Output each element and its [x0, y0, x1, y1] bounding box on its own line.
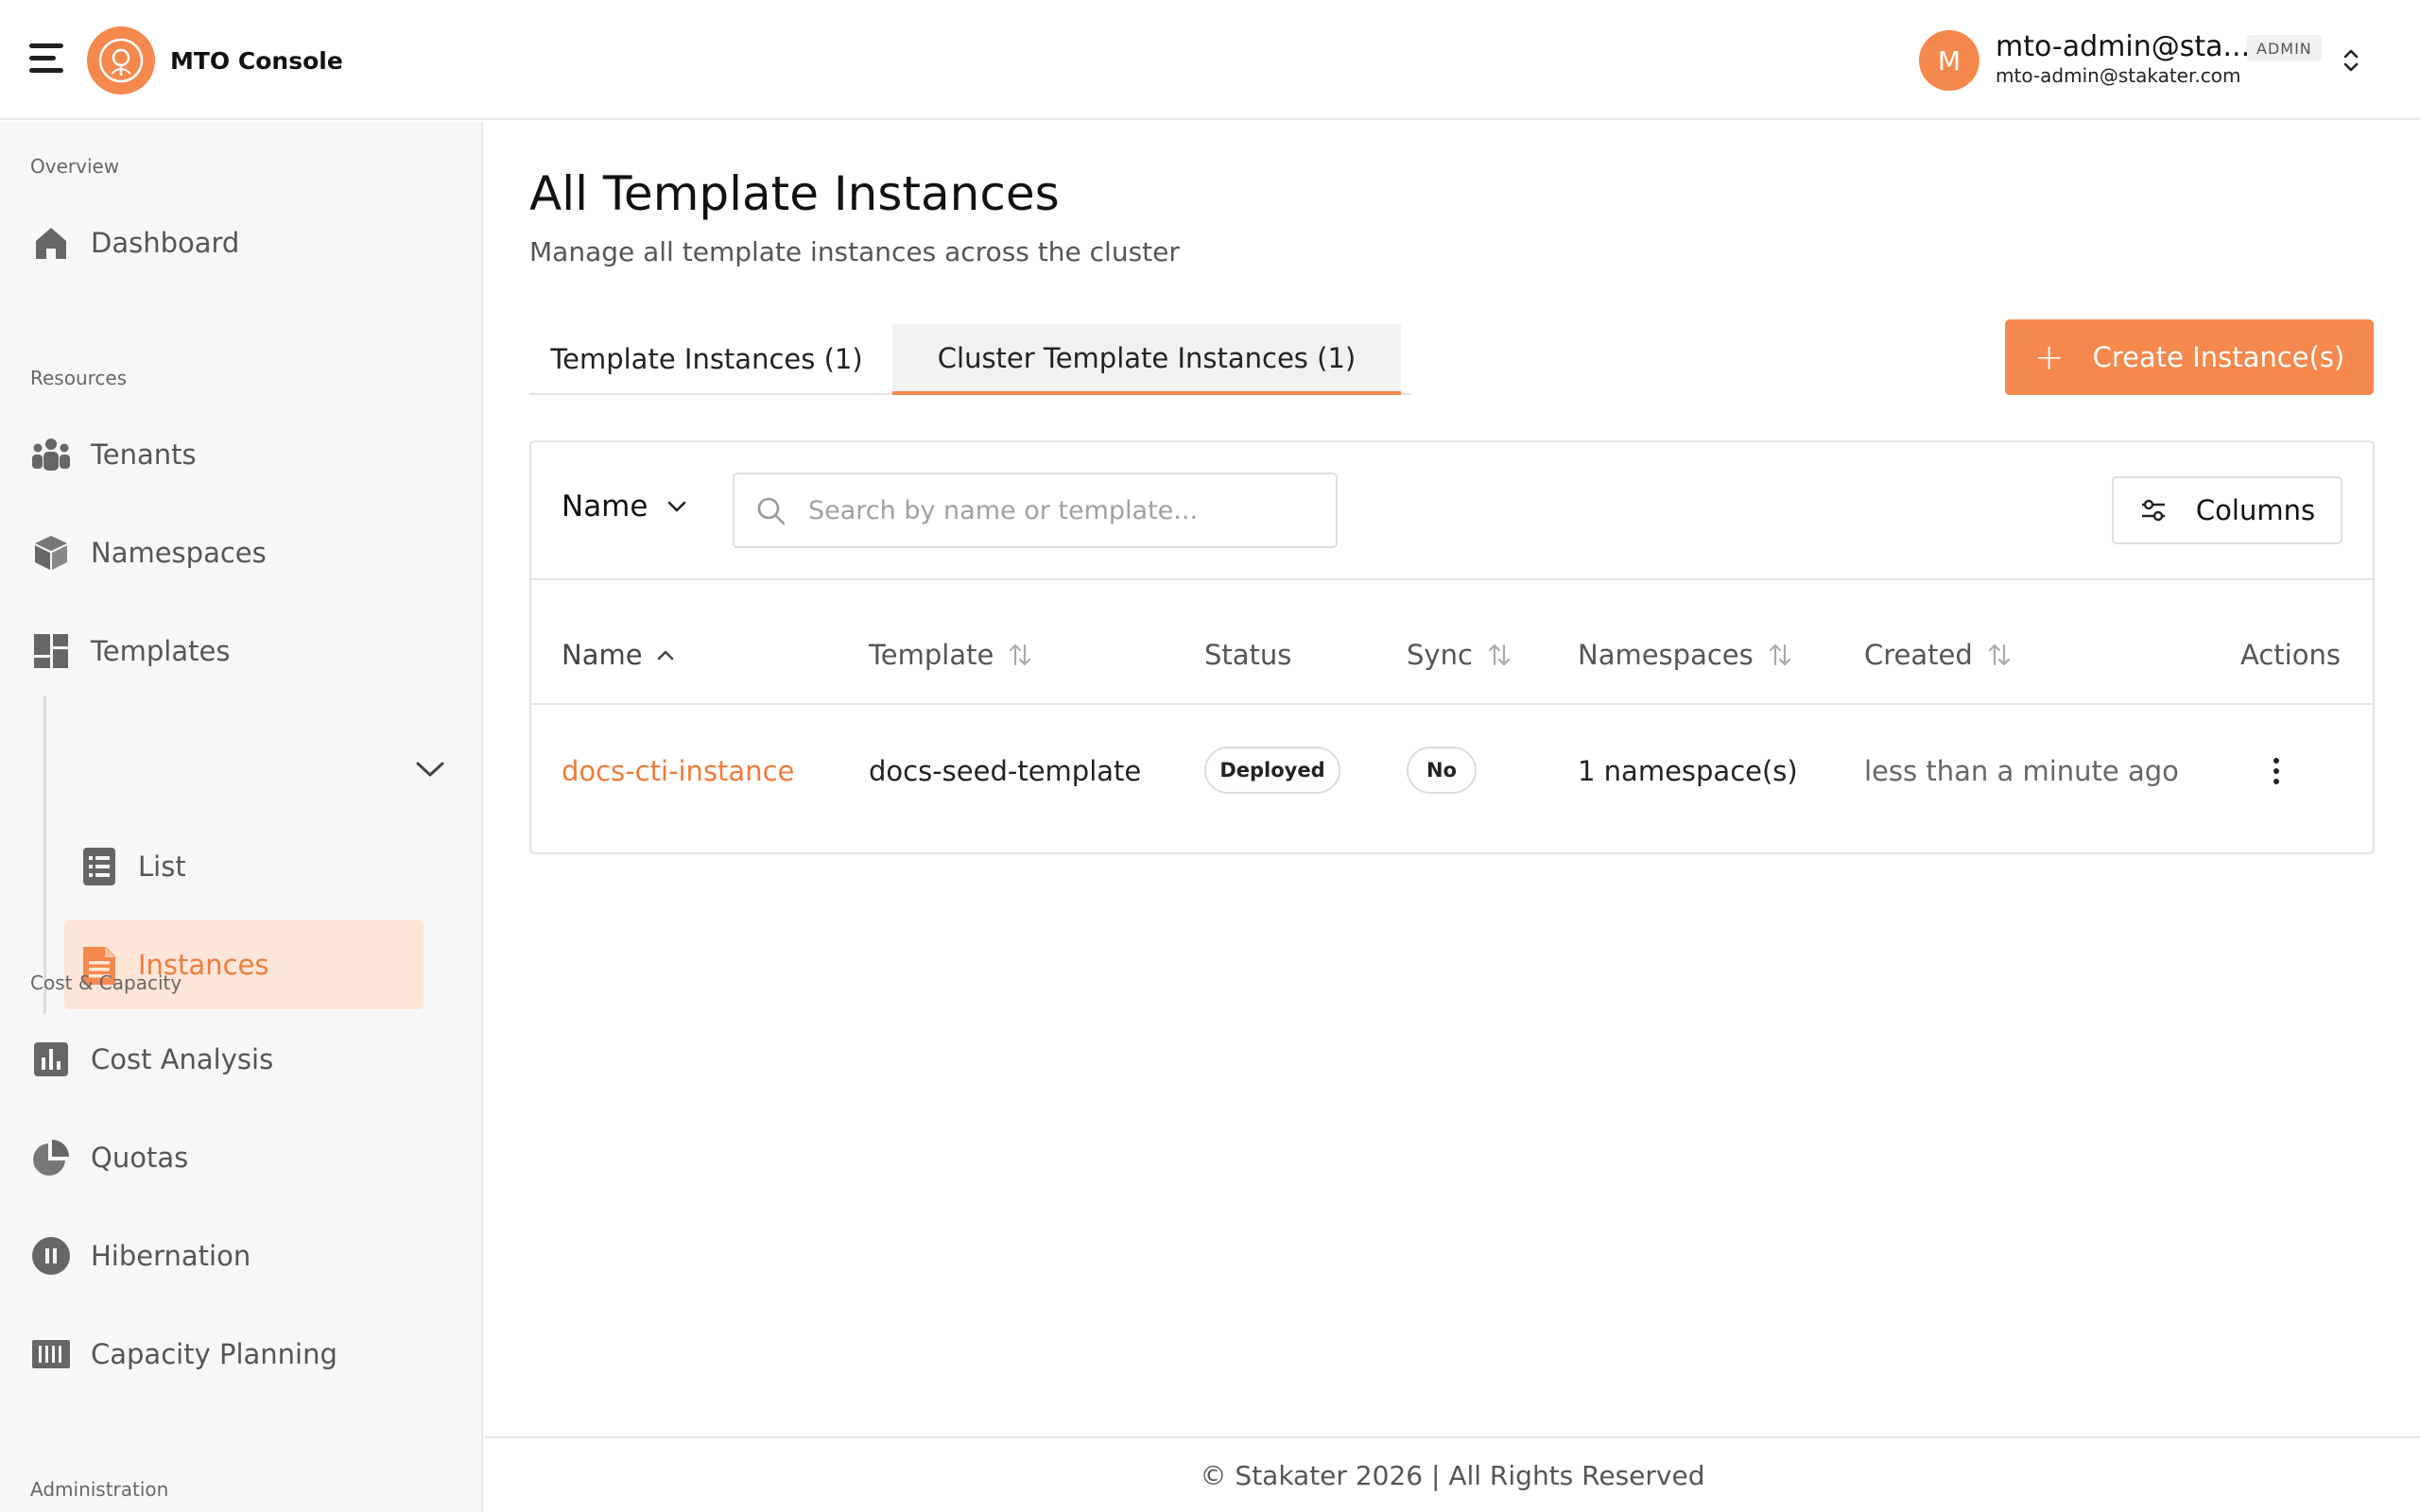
- section-label-overview: Overview: [30, 155, 120, 178]
- search-icon: [757, 497, 786, 525]
- sidebar-item-label: Quotas: [91, 1142, 189, 1174]
- instance-template: docs-seed-template: [869, 755, 1142, 787]
- app-logo[interactable]: [87, 26, 155, 94]
- list-icon: [83, 847, 115, 885]
- column-header-sync[interactable]: Sync: [1407, 639, 1512, 671]
- sidebar-item-templates-instances[interactable]: Instances: [64, 919, 424, 1009]
- user-name: mto-admin@sta...: [1996, 30, 2251, 63]
- sidebar-item-templates[interactable]: Templates: [30, 623, 446, 679]
- instance-created: less than a minute ago: [1864, 755, 2179, 787]
- user-email: mto-admin@stakater.com: [1996, 64, 2241, 87]
- page-title: All Template Instances: [529, 166, 1060, 221]
- divider: [531, 703, 2373, 705]
- sidebar-item-label: Templates: [91, 635, 231, 667]
- sidebar-item-label: Hibernation: [91, 1240, 251, 1272]
- sort-ascending-icon: [657, 650, 673, 661]
- role-badge: ADMIN: [2247, 35, 2322, 61]
- column-header-label: Namespaces: [1578, 639, 1754, 671]
- sidebar-item-label: Capacity Planning: [91, 1338, 337, 1370]
- column-header-created[interactable]: Created: [1864, 639, 2013, 671]
- divider: [531, 578, 2373, 580]
- page-subtitle: Manage all template instances across the…: [529, 236, 1180, 267]
- sidebar-item-label: Tenants: [91, 438, 197, 471]
- sort-icon: [1488, 644, 1511, 666]
- footer-text: © Stakater 2026 | All Rights Reserved: [1200, 1459, 1705, 1491]
- column-header-template[interactable]: Template: [869, 639, 1033, 671]
- instance-name-link[interactable]: docs-cti-instance: [562, 755, 794, 787]
- status-badge: Deployed: [1204, 747, 1340, 794]
- column-header-actions: Actions: [2240, 639, 2341, 671]
- column-header-name[interactable]: Name: [562, 639, 675, 671]
- menu-toggle-icon[interactable]: [29, 42, 63, 74]
- column-header-label: Template: [869, 639, 994, 671]
- plus-icon: +: [2033, 336, 2065, 378]
- column-header-status: Status: [1204, 639, 1291, 671]
- sidebar: Overview Dashboard Resources Tenants Nam…: [0, 122, 483, 1512]
- tab-cluster-template-instances[interactable]: Cluster Template Instances (1): [892, 324, 1401, 395]
- submenu-guide-line: [43, 696, 46, 1014]
- sort-icon: [1010, 644, 1031, 666]
- sidebar-item-cost-analysis[interactable]: Cost Analysis: [30, 1031, 446, 1088]
- tab-bar: Template Instances (1) Cluster Template …: [529, 324, 1412, 395]
- sort-icon: [1769, 644, 1790, 666]
- sidebar-item-capacity-planning[interactable]: Capacity Planning: [30, 1326, 446, 1383]
- bar-chart-icon: [30, 1039, 72, 1080]
- column-header-namespaces[interactable]: Namespaces: [1578, 639, 1793, 671]
- search-input[interactable]: [808, 488, 1319, 533]
- sort-icon: [1988, 644, 2010, 666]
- sidebar-item-label: Namespaces: [91, 537, 267, 569]
- users-icon: [30, 434, 72, 475]
- columns-button[interactable]: Columns: [2112, 476, 2342, 544]
- sidebar-item-quotas[interactable]: Quotas: [30, 1129, 446, 1186]
- pie-chart-icon: [30, 1137, 72, 1178]
- filter-field-label: Name: [562, 490, 648, 524]
- instances-table-card: Name Columns Name Template Status: [529, 440, 2375, 854]
- sidebar-item-label: Dashboard: [91, 227, 240, 259]
- top-header: MTO Console M mto-admin@sta... ADMIN mto…: [0, 0, 2420, 120]
- sidebar-item-hibernation[interactable]: Hibernation: [30, 1228, 446, 1284]
- section-label-administration: Administration: [30, 1478, 169, 1501]
- search-box: [733, 472, 1338, 548]
- sidebar-item-templates-list[interactable]: List: [64, 821, 424, 911]
- section-label-resources: Resources: [30, 367, 128, 389]
- tab-template-instances[interactable]: Template Instances (1): [529, 324, 884, 394]
- column-header-label: Sync: [1407, 639, 1473, 671]
- instance-namespaces: 1 namespace(s): [1578, 755, 1798, 787]
- chevron-down-icon[interactable]: [414, 759, 446, 780]
- columns-button-label: Columns: [2195, 494, 2316, 526]
- column-header-label: Status: [1204, 639, 1292, 671]
- create-instance-button[interactable]: + Create Instance(s): [2005, 319, 2374, 395]
- filter-field-select[interactable]: Name: [562, 490, 687, 524]
- section-label-cost-capacity: Cost & Capacity: [30, 971, 182, 994]
- app-title: MTO Console: [170, 47, 343, 75]
- column-header-label: Name: [562, 639, 643, 671]
- sidebar-item-label: List: [138, 850, 186, 883]
- sidebar-item-label: Cost Analysis: [91, 1043, 274, 1075]
- cube-icon: [30, 532, 72, 574]
- chevron-down-icon: [668, 501, 686, 512]
- sliders-icon: [2141, 499, 2165, 522]
- sidebar-item-namespaces[interactable]: Namespaces: [30, 524, 446, 581]
- create-instance-label: Create Instance(s): [2092, 341, 2345, 373]
- sidebar-item-dashboard[interactable]: Dashboard: [30, 215, 446, 271]
- more-vertical-icon[interactable]: [2267, 758, 2286, 786]
- avatar[interactable]: M: [1919, 30, 1979, 91]
- sync-badge: No: [1407, 747, 1477, 794]
- home-icon: [30, 222, 72, 264]
- sidebar-item-tenants[interactable]: Tenants: [30, 426, 446, 483]
- barcode-icon: [30, 1333, 72, 1375]
- dashboard-grid-icon: [30, 630, 72, 672]
- footer: © Stakater 2026 | All Rights Reserved: [485, 1436, 2420, 1512]
- column-header-label: Created: [1864, 639, 1973, 671]
- pause-circle-icon: [30, 1235, 72, 1277]
- user-menu-chevron-icon[interactable]: [2341, 45, 2361, 76]
